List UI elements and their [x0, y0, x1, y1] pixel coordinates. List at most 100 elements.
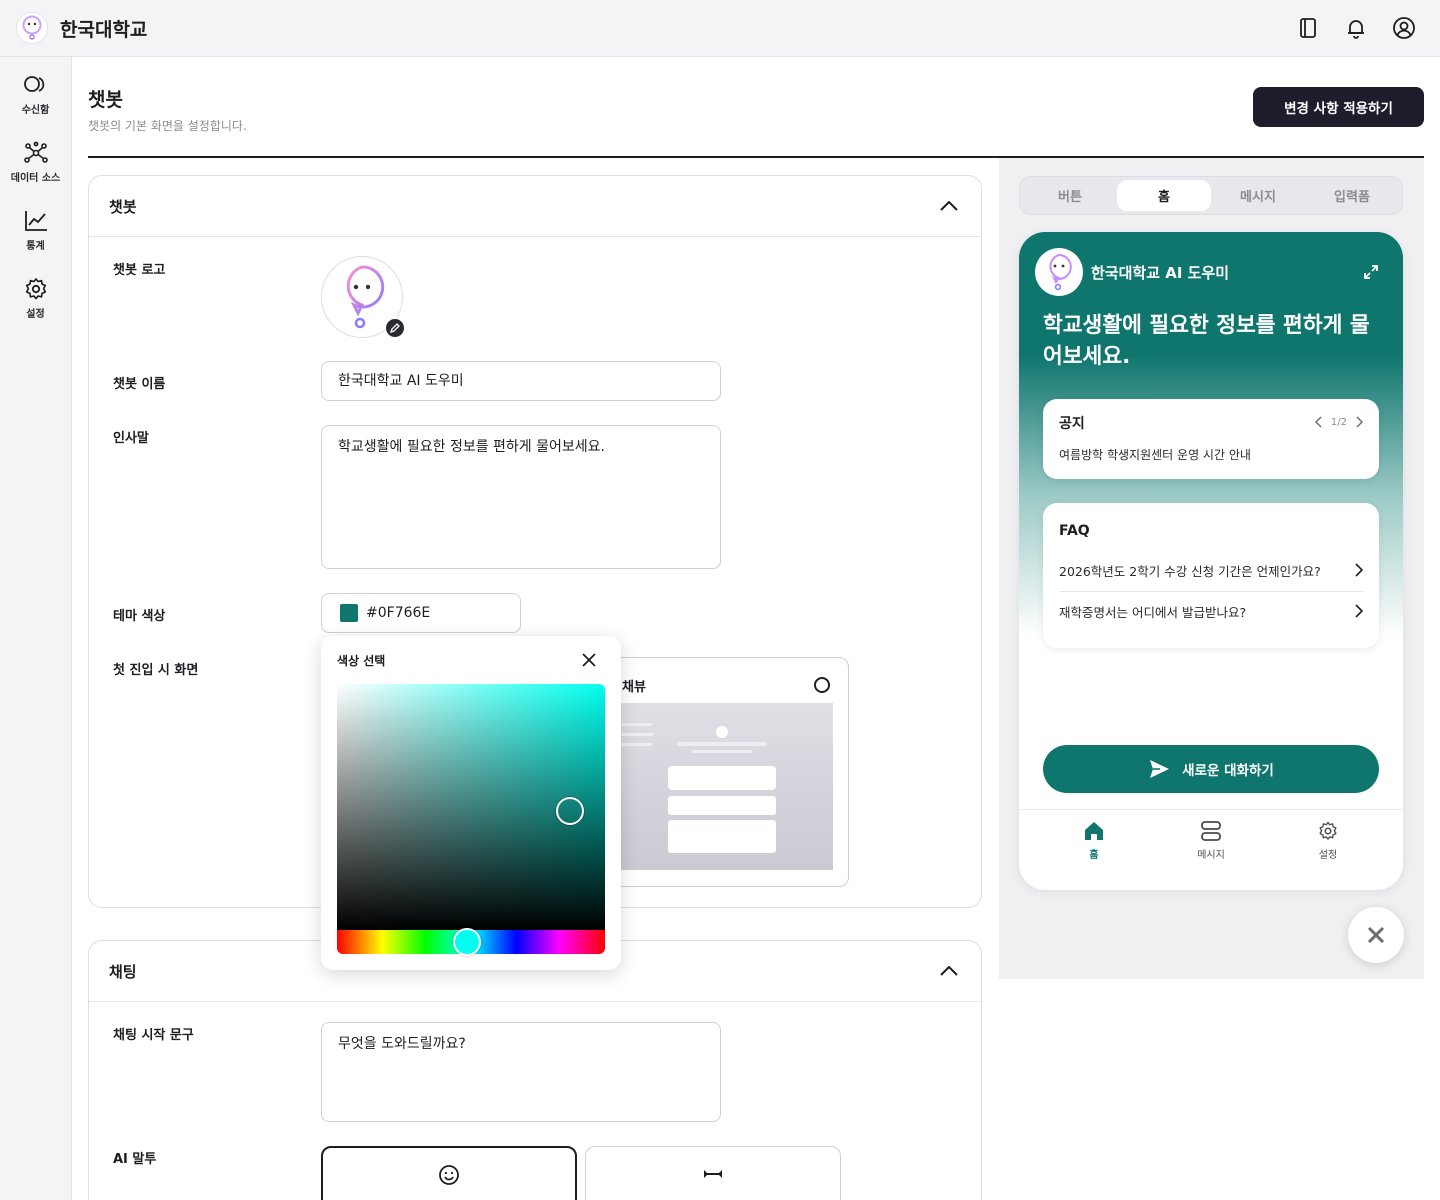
bot-logo-icon: [1049, 253, 1072, 291]
chatbot-name-input[interactable]: 한국대학교 AI 도우미: [321, 361, 721, 401]
sidebar-item-settings[interactable]: 설정: [0, 277, 71, 320]
page-title: 챗봇: [88, 89, 123, 111]
tab-input-form[interactable]: 입력폼: [1305, 180, 1399, 211]
faq-question: 2026학년도 2학기 수강 신청 기간은 언제인가요?: [1059, 563, 1321, 579]
widget-nav-messages[interactable]: 메시지: [1171, 820, 1251, 861]
color-picker-popover: 색상 선택: [321, 636, 621, 970]
chevron-up-icon[interactable]: [937, 194, 961, 218]
notice-text: 여름방학 학생지원센터 운영 시간 안내: [1059, 448, 1251, 462]
widget-header: 한국대학교 AI 도우미: [1035, 248, 1229, 296]
widget-nav-settings[interactable]: 설정: [1288, 820, 1368, 861]
logo-label: 챗봇 로고: [113, 263, 166, 278]
close-icon[interactable]: [579, 650, 599, 670]
greeting-label: 인사말: [113, 431, 149, 446]
edit-logo-button[interactable]: [384, 317, 406, 339]
layout-thumbnail: [602, 703, 833, 870]
card-title: 챗봇: [109, 197, 137, 216]
close-icon: [1367, 926, 1385, 944]
preview-pane: 버튼 홈 메시지 입력폼 한국대학교 AI 도우미 학교생활에 필요한 정보를 …: [999, 158, 1424, 979]
sidebar-item-label: 통계: [26, 241, 45, 252]
layout-radio[interactable]: [814, 677, 830, 693]
new-chat-label: 새로운 대화하기: [1182, 763, 1274, 779]
saturation-handle[interactable]: [556, 797, 584, 825]
faq-question: 재학증명서는 어디에서 발급받나요?: [1059, 604, 1247, 620]
ai-tone-label: AI 말투: [113, 1152, 157, 1167]
faq-item[interactable]: 2026학년도 2학기 수강 신청 기간은 언제인가요?: [1059, 550, 1363, 590]
bot-logo-icon: [22, 15, 42, 40]
faq-title: FAQ: [1059, 523, 1090, 539]
theme-color-field[interactable]: #0F766E: [321, 593, 521, 633]
theme-color-value: #0F766E: [366, 605, 431, 621]
sidebar-item-data-source[interactable]: 데이터 소스: [0, 141, 71, 184]
chevron-right-icon[interactable]: [1353, 415, 1365, 429]
apply-changes-button[interactable]: 변경 사항 적용하기: [1253, 87, 1424, 127]
chatbot-card-header[interactable]: 챗봇: [89, 176, 981, 237]
faq-card: FAQ 2026학년도 2학기 수강 신청 기간은 언제인가요? 재학증명서는 …: [1043, 503, 1379, 648]
color-swatch: [340, 604, 358, 622]
home-icon: [1085, 822, 1103, 840]
chat-widget-preview: 한국대학교 AI 도우미 학교생활에 필요한 정보를 편하게 물어보세요. 공지…: [1019, 232, 1403, 890]
widget-greeting: 학교생활에 필요한 정보를 편하게 물어보세요.: [1043, 313, 1370, 369]
pencil-icon: [390, 323, 400, 333]
chat-start-label: 채팅 시작 문구: [113, 1028, 194, 1043]
smile-icon: [439, 1165, 459, 1185]
chat-start-textarea[interactable]: 무엇을 도와드릴까요?: [321, 1022, 721, 1122]
chevron-right-icon: [1355, 563, 1363, 577]
tab-home[interactable]: 홈: [1117, 180, 1211, 211]
layout-option-card[interactable]: 채뷰: [601, 657, 849, 887]
chat-bubbles-icon: [23, 76, 44, 92]
layout-option-title: 채뷰: [622, 680, 646, 695]
chevron-right-icon: [1355, 604, 1363, 618]
chat-settings-card: 채팅 채팅 시작 문구 무엇을 도와드릴까요? AI 말투: [88, 940, 982, 1200]
page-subtitle: 챗봇의 기본 화면을 설정합니다.: [88, 119, 247, 133]
card-title: 채팅: [109, 962, 137, 981]
chevron-up-icon[interactable]: [937, 959, 961, 983]
first-screen-label: 첫 진입 시 화면: [113, 663, 199, 678]
tone-option-formal[interactable]: [585, 1146, 841, 1200]
widget-bot-name: 한국대학교 AI 도우미: [1091, 263, 1230, 282]
org-name: 한국대학교: [60, 18, 148, 41]
tie-icon: [704, 1170, 722, 1178]
book-icon[interactable]: [1292, 12, 1324, 44]
user-circle-icon[interactable]: [1388, 12, 1420, 44]
greeting-textarea[interactable]: 학교생활에 필요한 정보를 편하게 물어보세요.: [321, 425, 721, 569]
sidebar-item-label: 데이터 소스: [10, 173, 61, 184]
bot-logo-icon: [346, 265, 385, 329]
widget-nav-home[interactable]: 홈: [1054, 820, 1134, 861]
bell-icon[interactable]: [1340, 12, 1372, 44]
line-chart-icon: [24, 211, 47, 231]
sidebar-item-inbox[interactable]: 수신함: [0, 73, 71, 116]
nav-label: 메시지: [1197, 850, 1225, 861]
tone-option-friendly[interactable]: [321, 1146, 577, 1200]
chatbot-logo[interactable]: [321, 256, 406, 339]
messages-icon: [1201, 821, 1221, 841]
theme-color-label: 테마 색상: [113, 609, 166, 624]
new-chat-button[interactable]: 새로운 대화하기: [1043, 745, 1379, 793]
gear-icon: [25, 278, 46, 300]
saturation-area[interactable]: [337, 684, 605, 930]
chevron-left-icon[interactable]: [1313, 415, 1325, 429]
notice-pager: 1/2: [1313, 415, 1365, 429]
expand-icon[interactable]: [1361, 262, 1381, 282]
notice-card[interactable]: 공지 1/2 여름방학 학생지원센터 운영 시간 안내: [1043, 399, 1379, 479]
widget-avatar: [1035, 248, 1083, 296]
faq-item[interactable]: 재학증명서는 어디에서 발급받나요?: [1059, 591, 1363, 631]
widget-nav-divider: [1019, 809, 1403, 810]
notice-page-indicator: 1/2: [1330, 416, 1347, 428]
color-picker-title: 색상 선택: [337, 654, 386, 668]
nav-label: 홈: [1089, 850, 1099, 861]
preview-tabs: 버튼 홈 메시지 입력폼: [1019, 176, 1403, 215]
network-icon: [23, 141, 48, 163]
hue-handle[interactable]: [453, 928, 481, 956]
brand[interactable]: 한국대학교: [16, 12, 147, 44]
notice-title: 공지: [1059, 416, 1085, 432]
hue-slider[interactable]: [337, 928, 605, 956]
sidebar-item-label: 설정: [26, 309, 45, 320]
brand-logo: [16, 12, 48, 44]
tab-button[interactable]: 버튼: [1023, 180, 1117, 211]
widget-close-button[interactable]: [1348, 907, 1404, 963]
top-bar: 한국대학교: [0, 0, 1440, 57]
tab-messages[interactable]: 메시지: [1211, 180, 1305, 211]
name-label: 챗봇 이름: [113, 377, 166, 392]
sidebar-item-stats[interactable]: 통계: [0, 209, 71, 252]
